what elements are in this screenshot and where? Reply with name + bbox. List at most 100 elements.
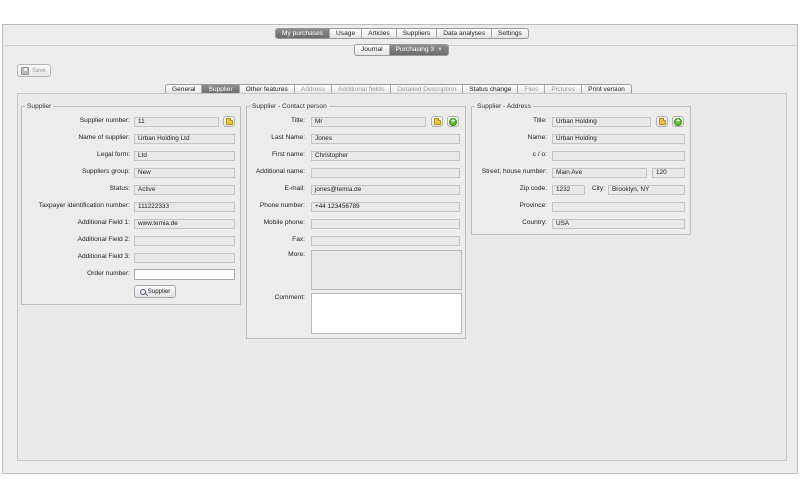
order-number-row: Order number:: [22, 269, 130, 280]
supplier-name-field[interactable]: Urban Holding Ltd: [134, 134, 235, 144]
tab-purchasing-3-label: Purchasing 3: [395, 46, 435, 53]
supplier-search-button[interactable]: Supplier: [134, 285, 176, 298]
co-label: c / o:: [532, 151, 547, 158]
status-row: Status:: [22, 184, 130, 195]
address-name-label: Name:: [527, 134, 547, 141]
supplier-number-open-button[interactable]: [223, 116, 235, 127]
house-number-field[interactable]: 120: [652, 168, 685, 178]
zip-row: Zip code:: [473, 184, 547, 195]
folder-icon: [225, 118, 233, 125]
contact-title-add-button[interactable]: +: [447, 116, 459, 127]
additional-field-2-field[interactable]: [134, 236, 235, 246]
additional-field-3-row: Additional Field 3:: [22, 252, 130, 263]
fax-row: Fax:: [248, 235, 305, 246]
additional-field-1-field[interactable]: www.temia.de: [134, 219, 235, 229]
additional-name-row: Additional name:: [248, 167, 305, 178]
first-name-label: First name:: [272, 151, 305, 158]
additional-field-1-label: Additional Field 1:: [77, 219, 130, 226]
country-row: Country:: [473, 218, 547, 229]
taxpayer-id-field[interactable]: 111222333: [134, 202, 235, 212]
province-field[interactable]: [552, 202, 685, 212]
contact-title-row: Title:: [248, 116, 305, 127]
email-row: E-mail:: [248, 184, 305, 195]
province-label: Province:: [519, 202, 548, 209]
first-name-row: First name:: [248, 150, 305, 161]
contact-title-open-button[interactable]: [431, 116, 443, 127]
address-title-add-button[interactable]: +: [672, 116, 684, 127]
mobile-phone-label: Mobile phone:: [263, 219, 305, 226]
address-title-field[interactable]: Urban Holding: [552, 117, 651, 127]
co-field[interactable]: [552, 151, 685, 161]
taxpayer-id-label: Taxpayer identification number:: [38, 202, 130, 209]
additional-field-3-field[interactable]: [134, 253, 235, 263]
tab-journal[interactable]: Journal: [355, 45, 390, 55]
save-button[interactable]: Save: [17, 64, 51, 77]
first-name-field[interactable]: Christopher: [311, 151, 460, 161]
city-row: City:: [586, 184, 605, 195]
address-title-open-button[interactable]: [656, 116, 668, 127]
mobile-phone-row: Mobile phone:: [248, 218, 305, 229]
additional-field-1-row: Additional Field 1:: [22, 218, 130, 229]
document-tab-bar: Journal Purchasing 3 ×: [354, 44, 449, 56]
mobile-phone-field[interactable]: [311, 219, 460, 229]
order-number-label: Order number:: [87, 270, 130, 277]
more-label: More:: [288, 251, 305, 258]
additional-name-field[interactable]: [311, 168, 460, 178]
last-name-row: Last Name:: [248, 133, 305, 144]
tab-data-analyses[interactable]: Data analyses: [437, 29, 493, 38]
supplier-search-label: Supplier: [147, 288, 171, 295]
comment-textarea[interactable]: [311, 293, 462, 334]
taxpayer-id-row: Taxpayer identification number:: [22, 201, 130, 212]
phone-label: Phone number:: [259, 202, 305, 209]
folder-icon: [433, 118, 441, 125]
fax-label: Fax:: [292, 236, 305, 243]
suppliers-group-row: Suppliers group:: [22, 167, 130, 178]
status-field[interactable]: Active: [134, 185, 235, 195]
email-label: E-mail:: [284, 185, 305, 192]
contact-group-legend: Supplier - Contact person: [250, 102, 329, 111]
last-name-label: Last Name:: [271, 134, 305, 141]
magnifier-icon: [139, 288, 146, 295]
tab-articles[interactable]: Articles: [362, 29, 397, 38]
save-button-label: Save: [32, 67, 46, 74]
tab-purchasing-3[interactable]: Purchasing 3 ×: [389, 45, 448, 55]
contact-title-label: Title:: [290, 117, 305, 124]
phone-field[interactable]: +44 123456789: [311, 202, 460, 212]
comment-row: Comment:: [248, 293, 305, 304]
last-name-field[interactable]: Jones: [311, 134, 460, 144]
contact-title-field[interactable]: Mr: [311, 117, 426, 127]
country-field[interactable]: USA: [552, 219, 685, 229]
supplier-number-field[interactable]: 11: [134, 117, 219, 127]
city-field[interactable]: Brooklyn, NY: [608, 185, 685, 195]
plus-icon: +: [674, 117, 682, 126]
address-title-label: Title:: [532, 117, 547, 124]
more-textarea[interactable]: [311, 250, 462, 290]
co-row: c / o:: [473, 150, 547, 161]
tab-suppliers[interactable]: Suppliers: [397, 29, 438, 38]
tab-my-purchases[interactable]: My purchases: [276, 29, 331, 38]
email-field[interactable]: jones@temia.de: [311, 185, 460, 195]
city-label: City:: [591, 185, 605, 192]
street-row: Street, house number:: [473, 167, 547, 178]
legal-form-field[interactable]: Ltd: [134, 151, 235, 161]
zip-label: Zip code:: [519, 185, 547, 192]
suppliers-group-field[interactable]: New: [134, 168, 235, 178]
address-name-field[interactable]: Urban Holding: [552, 134, 685, 144]
plus-icon: +: [449, 117, 457, 126]
supplier-number-row: Supplier number:: [22, 116, 130, 127]
save-disk-icon: [21, 66, 29, 75]
fax-field[interactable]: [311, 236, 460, 246]
order-number-input[interactable]: [134, 269, 235, 280]
close-icon[interactable]: ×: [438, 47, 442, 53]
street-field[interactable]: Main Ave: [552, 168, 647, 178]
status-label: Status:: [109, 185, 130, 192]
additional-field-3-label: Additional Field 3:: [77, 253, 130, 260]
address-title-row: Title:: [473, 116, 547, 127]
additional-name-label: Additional name:: [255, 168, 305, 175]
tab-usage[interactable]: Usage: [330, 29, 363, 38]
address-group-legend: Supplier - Address: [475, 102, 533, 111]
tab-settings[interactable]: Settings: [492, 29, 528, 38]
legal-form-label: Legal form:: [97, 151, 130, 158]
province-row: Province:: [473, 201, 548, 212]
zip-field[interactable]: 1232: [552, 185, 585, 195]
